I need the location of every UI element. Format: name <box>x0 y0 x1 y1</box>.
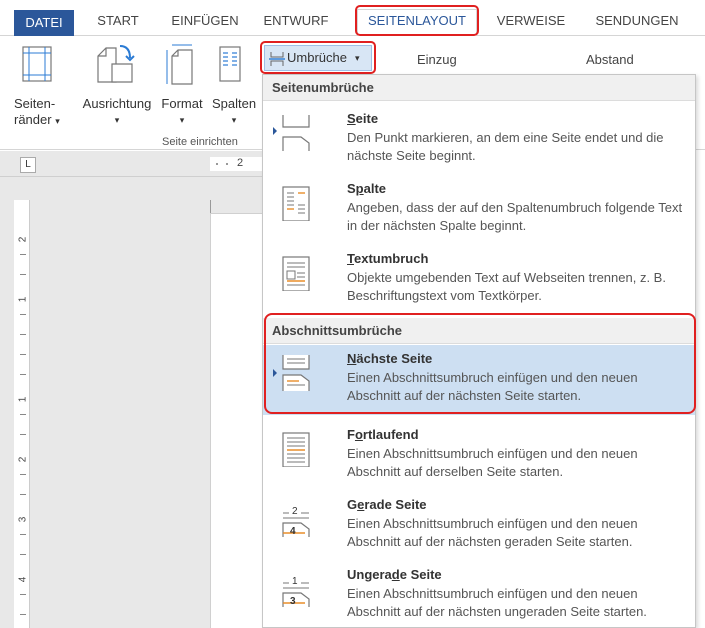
item-marker <box>273 127 277 135</box>
item-title: Fortlaufend <box>347 427 419 442</box>
margins-button[interactable]: Seiten- ränder ▾ <box>14 96 62 129</box>
orientation-icon <box>97 45 135 83</box>
orientation-dropdown-arrow: ▾ <box>114 115 120 125</box>
next-page-section-icon <box>282 355 310 391</box>
menu-item-naechste-seite[interactable]: Nächste Seite Einen Abschnittsumbruch ei… <box>263 345 695 415</box>
item-title: Ungerade Seite <box>347 567 442 582</box>
page-break-icon <box>282 115 310 151</box>
menu-item-gerade-seite[interactable]: 2 4 Gerade Seite Einen Abschnittsumbruch… <box>263 491 695 561</box>
breaks-dropdown-menu: Seitenumbrüche Seite Den Punkt markieren… <box>262 74 696 628</box>
icon-number: 1 <box>292 576 298 587</box>
page-size-label: Format <box>161 96 203 111</box>
v-ruler-number: 2 <box>17 236 29 243</box>
tab-stop-selector[interactable]: L <box>20 157 36 173</box>
menu-item-textumbruch[interactable]: Textumbruch Objekte umgebenden Text auf … <box>263 245 695 315</box>
v-ruler-number: 1 <box>17 396 29 403</box>
group-label-page-setup: Seite einrichten <box>162 136 238 148</box>
tab-verweise[interactable]: VERWEISE <box>490 10 572 32</box>
columns-icon <box>219 46 241 82</box>
margins-icon <box>22 46 52 82</box>
v-ruler-number: 2 <box>17 456 29 463</box>
v-ruler-number: 4 <box>17 576 29 583</box>
icon-number: 4 <box>290 526 296 537</box>
v-ruler-number: 1 <box>17 296 29 303</box>
menu-item-ungerade-seite[interactable]: 1 3 Ungerade Seite Einen Abschnittsumbru… <box>263 561 695 627</box>
item-description: Angeben, dass der auf den Spaltenumbruch… <box>347 200 683 233</box>
spacing-label: Abstand <box>586 52 634 67</box>
page-size-icon <box>166 44 193 85</box>
tab-sendungen[interactable]: SENDUNGEN <box>584 10 690 32</box>
menu-item-fortlaufend[interactable]: Fortlaufend Einen Abschnittsumbruch einf… <box>263 421 695 491</box>
horizontal-ruler: 2 <box>0 151 270 177</box>
item-title: Gerade Seite <box>347 497 427 512</box>
page-size-dropdown-arrow: ▾ <box>179 115 185 125</box>
ribbon-tab-bar: DATEI START EINFÜGEN ENTWURF SEITENLAYOU… <box>0 0 705 36</box>
tab-entwurf[interactable]: ENTWURF <box>254 10 338 32</box>
item-title: Spalte <box>347 181 387 196</box>
tab-einfuegen[interactable]: EINFÜGEN <box>164 10 246 32</box>
item-title: Nächste Seite <box>347 351 433 366</box>
indent-label: Einzug <box>417 52 457 67</box>
margins-label-1: Seiten- <box>14 96 56 111</box>
v-ruler-number: 3 <box>17 516 29 523</box>
item-marker <box>273 369 277 377</box>
item-description: Einen Abschnittsumbruch einfügen und den… <box>347 446 638 479</box>
tab-start[interactable]: START <box>88 10 148 32</box>
breaks-dropdown-arrow: ▾ <box>355 53 360 63</box>
ruler-number: 2 <box>237 157 244 169</box>
breaks-icon <box>269 52 285 66</box>
item-title: Seite <box>347 111 379 126</box>
columns-label: Spalten <box>211 96 257 111</box>
header-section-breaks: Abschnittsumbrüche <box>263 318 695 344</box>
header-page-breaks: Seitenumbrüche <box>263 75 695 101</box>
columns-dropdown-arrow: ▾ <box>231 115 237 125</box>
orientation-label: Ausrichtung <box>82 96 152 111</box>
orientation-button[interactable]: Ausrichtung ▾ <box>76 96 158 128</box>
continuous-section-icon <box>282 432 310 467</box>
text-wrapping-break-icon <box>282 256 310 291</box>
item-title: Textumbruch <box>347 251 429 266</box>
page-size-button[interactable]: Format ▾ <box>158 96 206 128</box>
margins-label-2: ränder <box>14 112 52 127</box>
document-page[interactable] <box>210 213 270 628</box>
menu-item-spalte[interactable]: Spalte Angeben, dass der auf den Spalten… <box>263 175 695 245</box>
tab-datei[interactable]: DATEI <box>14 10 74 36</box>
item-description: Einen Abschnittsumbruch einfügen und den… <box>347 516 638 549</box>
margins-dropdown-arrow: ▾ <box>55 116 60 126</box>
tab-seitenlayout[interactable]: SEITENLAYOUT <box>357 9 477 36</box>
menu-item-seite[interactable]: Seite Den Punkt markieren, an dem eine S… <box>263 105 695 175</box>
icon-number: 3 <box>290 596 296 607</box>
item-description: Einen Abschnittsumbruch einfügen und den… <box>347 586 647 619</box>
item-description: Einen Abschnittsumbruch einfügen und den… <box>347 370 638 403</box>
breaks-label: Umbrüche <box>287 50 347 65</box>
columns-button[interactable]: Spalten ▾ <box>206 96 262 128</box>
breaks-button[interactable]: Umbrüche ▾ <box>264 45 372 71</box>
item-description: Objekte umgebenden Text auf Webseiten tr… <box>347 270 666 303</box>
icon-number: 2 <box>292 506 298 517</box>
column-break-icon <box>282 186 310 221</box>
item-description: Den Punkt markieren, an dem eine Seite e… <box>347 130 664 163</box>
